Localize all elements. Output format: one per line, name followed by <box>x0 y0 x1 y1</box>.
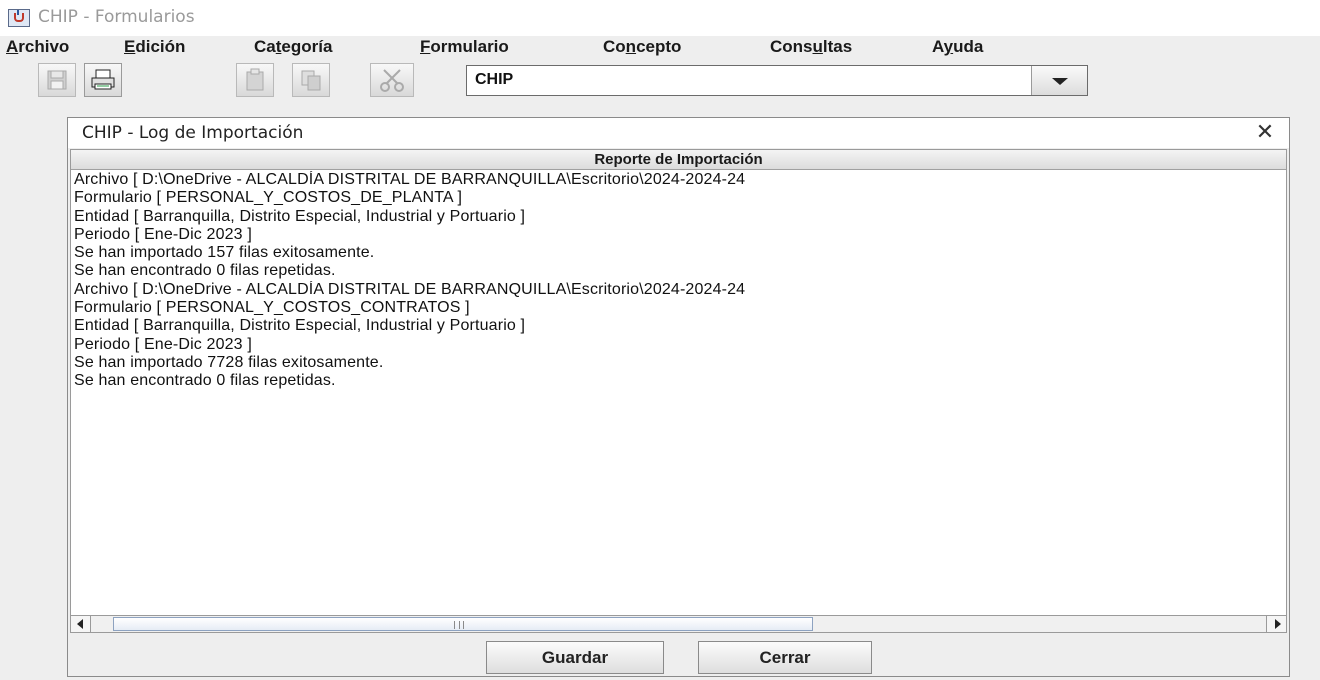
log-line: Entidad [ Barranquilla, Distrito Especia… <box>74 207 526 225</box>
save-icon <box>39 64 75 96</box>
column-header[interactable]: Reporte de Importación <box>71 150 1286 170</box>
scroll-right-arrow-icon[interactable] <box>1266 616 1286 632</box>
log-line: Archivo [ D:\OneDrive - ALCALDÍA DISTRIT… <box>74 280 746 298</box>
save-button[interactable] <box>38 63 76 97</box>
close-dialog-button[interactable]: Cerrar <box>698 641 872 674</box>
menu-archivo[interactable]: Archivo <box>6 37 69 57</box>
log-line: Periodo [ Ene-Dic 2023 ] <box>74 335 252 353</box>
copy-button[interactable] <box>292 63 330 97</box>
log-line: Formulario [ PERSONAL_Y_COSTOS_DE_PLANTA… <box>74 189 463 207</box>
cut-button[interactable] <box>370 63 414 97</box>
menu-edicion[interactable]: Edición <box>124 37 185 57</box>
close-icon[interactable]: ✕ <box>1251 120 1279 146</box>
combobox-value: CHIP <box>475 71 514 88</box>
window-title: CHIP - Formularios <box>38 7 195 27</box>
dialog-title: CHIP - Log de Importación <box>82 123 304 143</box>
log-line: Se han importado 157 filas exitosamente. <box>74 244 375 262</box>
menu-formulario[interactable]: Formulario <box>420 37 509 57</box>
import-report-table[interactable]: Reporte de Importación Archivo [ D:\OneD… <box>70 149 1287 619</box>
print-icon <box>85 64 121 96</box>
log-line: Se han encontrado 0 filas repetidas. <box>74 372 336 390</box>
scrollbar-thumb[interactable] <box>113 617 813 631</box>
window-titlebar: CHIP - Formularios <box>0 0 1320 36</box>
menu-concepto[interactable]: Concepto <box>603 37 681 57</box>
log-line: Entidad [ Barranquilla, Distrito Especia… <box>74 317 526 335</box>
log-line: Archivo [ D:\OneDrive - ALCALDÍA DISTRIT… <box>74 171 746 188</box>
log-line: Se han importado 7728 filas exitosamente… <box>74 353 384 371</box>
menu-ayuda[interactable]: Ayuda <box>932 37 983 57</box>
grip-icon <box>454 621 464 629</box>
copy-icon <box>293 64 329 96</box>
log-line: Periodo [ Ene-Dic 2023 ] <box>74 225 252 243</box>
import-log-dialog: CHIP - Log de Importación ✕ Reporte de I… <box>67 117 1290 677</box>
java-app-icon <box>8 9 30 27</box>
scroll-left-arrow-icon[interactable] <box>71 616 91 632</box>
form-selector-combobox[interactable]: CHIP <box>466 65 1088 96</box>
cut-icon <box>371 64 413 96</box>
menu-categoria[interactable]: Categoría <box>254 37 332 57</box>
toolbar: CHIP <box>0 62 1320 100</box>
print-button[interactable] <box>84 63 122 97</box>
dialog-titlebar: CHIP - Log de Importación ✕ <box>68 118 1289 148</box>
chevron-down-icon[interactable] <box>1031 66 1087 95</box>
paste-button[interactable] <box>236 63 274 97</box>
horizontal-scrollbar[interactable] <box>70 615 1287 633</box>
menu-consultas[interactable]: Consultas <box>770 37 852 57</box>
log-line: Se han encontrado 0 filas repetidas. <box>74 262 336 280</box>
paste-icon <box>237 64 273 96</box>
save-log-button[interactable]: Guardar <box>486 641 664 674</box>
log-lines: Archivo [ D:\OneDrive - ALCALDÍA DISTRIT… <box>74 171 1284 391</box>
log-line: Formulario [ PERSONAL_Y_COSTOS_CONTRATOS… <box>74 299 470 317</box>
menubar: Archivo Edición Categoría Formulario Con… <box>0 36 1320 62</box>
